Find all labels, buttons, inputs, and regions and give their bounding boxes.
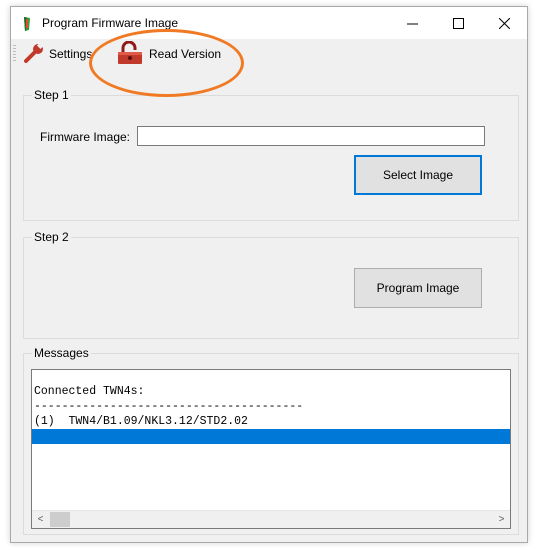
message-line[interactable] bbox=[32, 370, 510, 384]
program-firmware-window: Program Firmware Image Settings Read Ver… bbox=[10, 6, 528, 543]
minimize-button[interactable] bbox=[389, 7, 435, 39]
window-title: Program Firmware Image bbox=[42, 16, 179, 30]
maximize-button[interactable] bbox=[435, 7, 481, 39]
settings-button[interactable]: Settings bbox=[23, 41, 92, 67]
unlocked-padlock-icon bbox=[115, 40, 145, 68]
messages-label: Messages bbox=[32, 346, 91, 360]
step1-label: Step 1 bbox=[32, 88, 71, 102]
firmware-image-label: Firmware Image: bbox=[40, 130, 131, 144]
settings-label: Settings bbox=[49, 47, 93, 61]
message-line[interactable]: --------------------------------------- bbox=[32, 399, 510, 414]
step1-group: Step 1 Firmware Image: Select Image bbox=[23, 88, 519, 221]
firmware-image-input[interactable] bbox=[137, 126, 485, 146]
app-icon bbox=[20, 16, 34, 35]
scroll-left-arrow-icon[interactable]: < bbox=[32, 511, 49, 528]
message-line[interactable]: Connected TWN4s: bbox=[32, 384, 510, 399]
toolbar: Settings Read Version bbox=[11, 39, 527, 69]
message-line[interactable]: (1) TWN4/B1.09/NKL3.12/STD2.02 bbox=[32, 414, 510, 429]
message-line-selected[interactable] bbox=[32, 429, 510, 444]
close-button[interactable] bbox=[481, 7, 527, 39]
toolbar-grip[interactable] bbox=[13, 45, 16, 63]
messages-group: Messages Connected TWN4s: --------------… bbox=[23, 346, 519, 535]
title-bar[interactable]: Program Firmware Image bbox=[11, 7, 527, 39]
messages-listbox[interactable]: Connected TWN4s: -----------------------… bbox=[31, 369, 511, 529]
read-version-label: Read Version bbox=[149, 47, 222, 61]
step2-group: Step 2 Program Image bbox=[23, 230, 519, 339]
wrench-icon bbox=[23, 41, 45, 67]
step2-label: Step 2 bbox=[32, 230, 71, 244]
program-image-button[interactable]: Program Image bbox=[354, 268, 482, 308]
scrollbar-thumb[interactable] bbox=[50, 512, 70, 527]
horizontal-scrollbar[interactable]: < > bbox=[32, 510, 510, 528]
select-image-button[interactable]: Select Image bbox=[354, 155, 482, 195]
read-version-button[interactable]: Read Version bbox=[115, 40, 222, 68]
scroll-right-arrow-icon[interactable]: > bbox=[493, 511, 510, 528]
